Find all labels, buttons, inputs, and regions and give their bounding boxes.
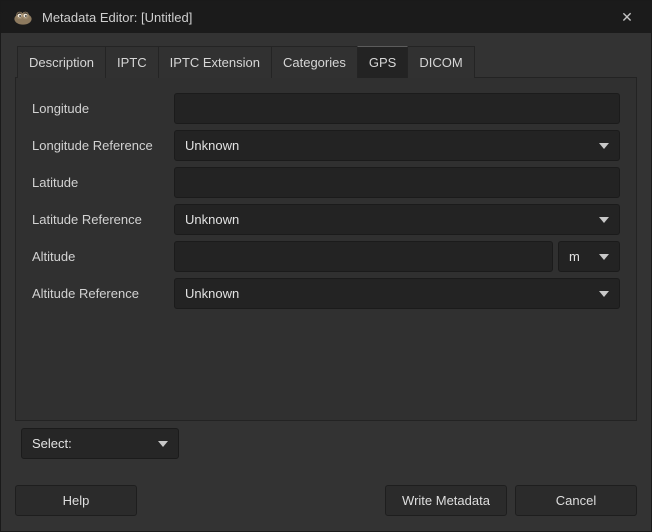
longitude-reference-label: Longitude Reference	[32, 138, 174, 153]
latitude-reference-value: Unknown	[185, 212, 239, 227]
select-dropdown[interactable]: Select:	[21, 428, 179, 459]
altitude-controls: m	[174, 241, 620, 272]
field-latitude-reference: Latitude Reference Unknown	[32, 204, 620, 235]
gps-form-panel: Longitude Longitude Reference Unknown La…	[15, 77, 637, 421]
select-row: Select:	[21, 428, 637, 459]
altitude-label: Altitude	[32, 249, 174, 264]
tab-description[interactable]: Description	[17, 46, 106, 78]
field-altitude-reference: Altitude Reference Unknown	[32, 278, 620, 309]
write-metadata-button[interactable]: Write Metadata	[385, 485, 507, 516]
altitude-unit-value: m	[569, 249, 580, 264]
longitude-input[interactable]	[174, 93, 620, 124]
latitude-reference-dropdown[interactable]: Unknown	[174, 204, 620, 235]
metadata-tab-bar: Description IPTC IPTC Extension Categori…	[1, 33, 651, 77]
title-bar: Metadata Editor: [Untitled] ✕	[1, 1, 651, 33]
metadata-editor-dialog: Metadata Editor: [Untitled] ✕ Descriptio…	[0, 0, 652, 532]
altitude-reference-dropdown[interactable]: Unknown	[174, 278, 620, 309]
latitude-reference-label: Latitude Reference	[32, 212, 174, 227]
field-altitude: Altitude m	[32, 241, 620, 272]
altitude-input[interactable]	[174, 241, 553, 272]
field-latitude: Latitude	[32, 167, 620, 198]
tab-iptc[interactable]: IPTC	[105, 46, 159, 78]
tab-categories[interactable]: Categories	[271, 46, 358, 78]
select-dropdown-label: Select:	[32, 436, 72, 451]
longitude-label: Longitude	[32, 101, 174, 116]
chevron-down-icon	[599, 254, 609, 260]
field-longitude: Longitude	[32, 93, 620, 124]
chevron-down-icon	[599, 291, 609, 297]
window-title: Metadata Editor: [Untitled]	[42, 10, 192, 25]
longitude-reference-value: Unknown	[185, 138, 239, 153]
help-button[interactable]: Help	[15, 485, 137, 516]
altitude-reference-label: Altitude Reference	[32, 286, 174, 301]
footer-action-buttons: Write Metadata Cancel	[385, 485, 637, 516]
gimp-wilber-icon	[13, 10, 33, 25]
latitude-input[interactable]	[174, 167, 620, 198]
tab-iptc-extension[interactable]: IPTC Extension	[158, 46, 272, 78]
cancel-button[interactable]: Cancel	[515, 485, 637, 516]
dialog-footer: Help Write Metadata Cancel	[1, 485, 651, 531]
field-longitude-reference: Longitude Reference Unknown	[32, 130, 620, 161]
altitude-unit-dropdown[interactable]: m	[558, 241, 620, 272]
latitude-label: Latitude	[32, 175, 174, 190]
chevron-down-icon	[599, 217, 609, 223]
tab-dicom[interactable]: DICOM	[407, 46, 474, 78]
altitude-reference-value: Unknown	[185, 286, 239, 301]
chevron-down-icon	[599, 143, 609, 149]
chevron-down-icon	[158, 441, 168, 447]
longitude-reference-dropdown[interactable]: Unknown	[174, 130, 620, 161]
close-icon[interactable]: ✕	[615, 5, 639, 29]
tab-gps[interactable]: GPS	[357, 46, 408, 78]
